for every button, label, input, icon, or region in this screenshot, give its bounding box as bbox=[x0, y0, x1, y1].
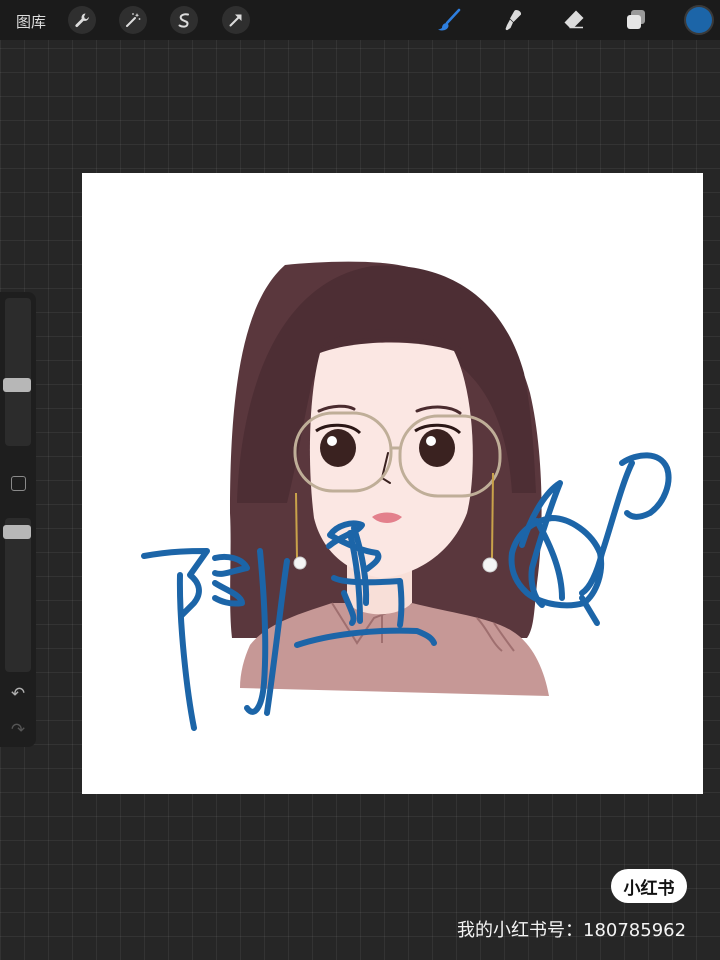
opacity-slider-thumb[interactable] bbox=[3, 525, 31, 539]
smudge-icon[interactable] bbox=[497, 5, 527, 35]
redo-icon[interactable]: ↷ bbox=[7, 720, 29, 740]
right-eye bbox=[419, 429, 455, 467]
left-earring bbox=[295, 492, 298, 559]
eraser-icon[interactable] bbox=[559, 5, 589, 35]
watermark-text: 我的小红书号：180785962 bbox=[457, 920, 687, 941]
opacity-slider[interactable] bbox=[5, 518, 31, 672]
drawing-canvas[interactable] bbox=[82, 173, 703, 794]
right-earring bbox=[491, 472, 494, 559]
top-toolbar: 图库 bbox=[0, 0, 720, 40]
gallery-button[interactable]: 图库 bbox=[16, 11, 46, 32]
modify-button[interactable] bbox=[11, 476, 26, 491]
left-sidebar: ↶ ↷ bbox=[0, 292, 36, 747]
brush-icon[interactable] bbox=[434, 5, 464, 35]
wrench-icon[interactable] bbox=[68, 6, 96, 34]
selection-icon[interactable] bbox=[170, 6, 198, 34]
artwork bbox=[141, 261, 672, 731]
brush-size-slider-thumb[interactable] bbox=[3, 378, 31, 393]
left-eye bbox=[320, 429, 356, 467]
watermark-badge: 小红书 bbox=[611, 869, 687, 903]
transform-arrow-icon[interactable] bbox=[222, 6, 250, 34]
brush-size-slider[interactable] bbox=[5, 298, 31, 446]
magic-wand-icon[interactable] bbox=[119, 6, 147, 34]
layers-icon[interactable] bbox=[621, 5, 651, 35]
color-picker-button[interactable] bbox=[686, 7, 712, 33]
undo-icon[interactable]: ↶ bbox=[7, 684, 29, 704]
